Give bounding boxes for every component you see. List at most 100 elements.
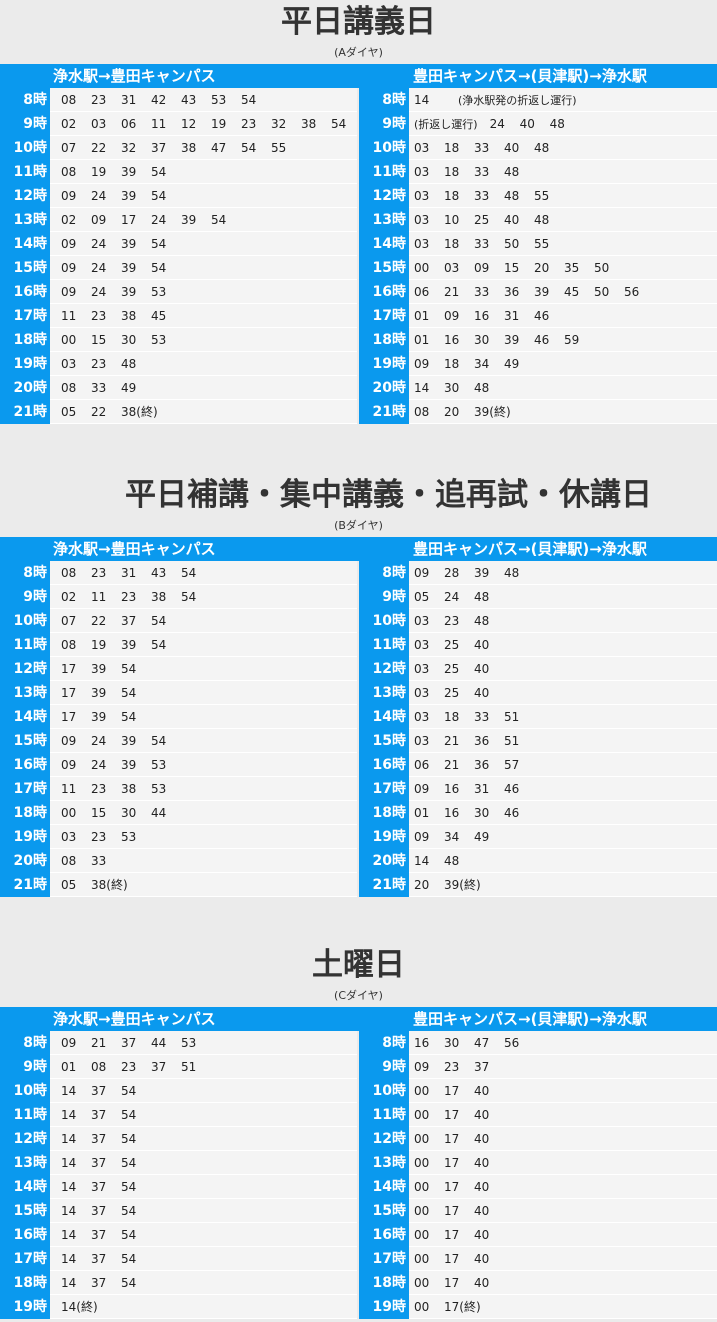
departure-times: 02 03 06 11 12 19 23 32 38 54 <box>50 112 357 136</box>
header-left: 浄水駅→豊田キャンパス <box>0 537 359 561</box>
timetable-row: 13時 14 37 54 <box>0 1151 359 1175</box>
hour-label: 9時 <box>359 1055 409 1079</box>
departure-minute: 15 <box>91 333 107 347</box>
departure-times: 03 18 33 48 <box>409 160 717 184</box>
departure-minute: 39 <box>121 758 137 772</box>
departure-minute: 19 <box>91 165 107 179</box>
departure-minute: 47 <box>211 141 227 155</box>
hour-label: 9時 <box>0 1055 50 1079</box>
departure-times: 09 24 39 53 <box>50 280 357 304</box>
departure-minute: 14 <box>61 1084 77 1098</box>
departure-times: 09 23 37 <box>409 1055 717 1079</box>
departure-minute: 14 <box>61 1108 77 1122</box>
hour-label: 8時 <box>359 1031 409 1055</box>
hour-label: 17時 <box>359 1247 409 1271</box>
hour-label: 8時 <box>0 561 50 585</box>
departure-times: 01 08 23 37 51 <box>50 1055 357 1079</box>
timetable-row: 20時 08 33 <box>0 849 359 873</box>
timetable-row: 10時 14 37 54 <box>0 1079 359 1103</box>
timetable-row: 12時 09 24 39 54 <box>0 184 359 208</box>
departure-times: 03 25 40 <box>409 657 717 681</box>
departure-minute: 39 <box>121 285 137 299</box>
hour-label: 9時 <box>359 585 409 609</box>
departure-times: 09 18 34 49 <box>409 352 717 376</box>
section-title: 平日補講・集中講義・追再試・休講日 <box>125 477 652 513</box>
departure-minute: 48 <box>549 117 565 131</box>
departure-times: (折返し運行) 24 40 48 <box>409 112 717 136</box>
departure-minute: 39 <box>534 285 550 299</box>
departure-times: 14 37 54 <box>50 1103 357 1127</box>
departure-minute: 17 <box>61 710 77 724</box>
hour-label: 16時 <box>359 1223 409 1247</box>
departure-minute: 53 <box>121 830 137 844</box>
departure-minute: 39 <box>474 566 490 580</box>
departure-times: 03 23 48 <box>50 352 357 376</box>
departure-minute: 40 <box>474 1108 490 1122</box>
departure-minute: 17 <box>444 1132 460 1146</box>
departure-minute: 25 <box>444 686 460 700</box>
departure-times: 08 33 49 <box>50 376 357 400</box>
departure-minute: 23 <box>444 1060 460 1074</box>
departure-minute: 42 <box>151 93 167 107</box>
departure-minute: 24 <box>151 213 167 227</box>
departure-minute: 54 <box>121 1132 137 1146</box>
departure-minute: 54 <box>211 213 227 227</box>
departure-minute: 21 <box>444 285 460 299</box>
departure-minute: 48 <box>474 590 490 604</box>
departure-minute: 08 <box>61 566 77 580</box>
departure-minute: 09 <box>414 782 430 796</box>
departure-minute: 54 <box>121 662 137 676</box>
departure-minute: 23 <box>91 309 107 323</box>
departure-minute: 54 <box>151 165 167 179</box>
departure-minute: 54 <box>121 1228 137 1242</box>
hour-label: 8時 <box>359 88 409 112</box>
departure-minute: 39(終) <box>474 405 511 419</box>
hour-label: 8時 <box>359 561 409 585</box>
timetable-row: 8時 14 (浄水駅発の折返し運行) <box>359 88 717 112</box>
hour-label: 15時 <box>359 729 409 753</box>
timetable-row: 15時 00 17 40 <box>359 1199 717 1223</box>
departure-times: 00 17 40 <box>409 1079 717 1103</box>
departure-minute: 23 <box>444 614 460 628</box>
departure-minute: 17 <box>444 1276 460 1290</box>
departure-minute: 44 <box>151 1036 167 1050</box>
departure-minute: 03 <box>414 141 430 155</box>
departure-minute: 09 <box>61 261 77 275</box>
header-left: 浄水駅→豊田キャンパス <box>0 64 359 88</box>
timetable-row: 12時 00 17 40 <box>359 1127 717 1151</box>
departure-minute: 01 <box>61 1060 77 1074</box>
timetable-row: 13時 02 09 17 24 39 54 <box>0 208 359 232</box>
departure-times: 02 09 17 24 39 54 <box>50 208 357 232</box>
departure-minute: 25 <box>444 638 460 652</box>
departure-minute: 14 <box>61 1276 77 1290</box>
departure-minute: 30 <box>474 806 490 820</box>
timetable-row: 11時 00 17 40 <box>359 1103 717 1127</box>
timetable-right: 8時 09 28 39 48 9時 05 24 48 10時 03 23 48 11時 03 25 40 12時 0… <box>359 561 717 897</box>
section-subtitle: (Aダイヤ) <box>334 46 383 59</box>
departure-minute: 09 <box>61 758 77 772</box>
departure-minute: 43 <box>151 566 167 580</box>
departure-minute: 00 <box>414 1228 430 1242</box>
departure-minute: 24 <box>91 734 107 748</box>
departure-times: 14 37 54 <box>50 1175 357 1199</box>
departure-minute: 09 <box>61 1036 77 1050</box>
departure-minute: 14 <box>61 1204 77 1218</box>
departure-minute: 17 <box>444 1204 460 1218</box>
departure-minute: 31 <box>121 566 137 580</box>
departure-minute: 54 <box>121 1084 137 1098</box>
departure-minute: 31 <box>474 782 490 796</box>
timetable-row: 17時 14 37 54 <box>0 1247 359 1271</box>
departure-minute: 54 <box>121 686 137 700</box>
departure-minute: 18 <box>444 710 460 724</box>
departure-minute: 39 <box>121 189 137 203</box>
timetable-row: 9時 05 24 48 <box>359 585 717 609</box>
departure-minute: 17 <box>61 662 77 676</box>
departure-times: 00 03 09 15 20 35 50 <box>409 256 717 280</box>
departure-minute: 06 <box>414 758 430 772</box>
departure-minute: 54 <box>181 566 197 580</box>
departure-minute: 19 <box>211 117 227 131</box>
departure-minute: 17 <box>444 1252 460 1266</box>
hour-label: 21時 <box>359 400 409 424</box>
departure-minute: 16 <box>444 782 460 796</box>
departure-minute: 53 <box>181 1036 197 1050</box>
